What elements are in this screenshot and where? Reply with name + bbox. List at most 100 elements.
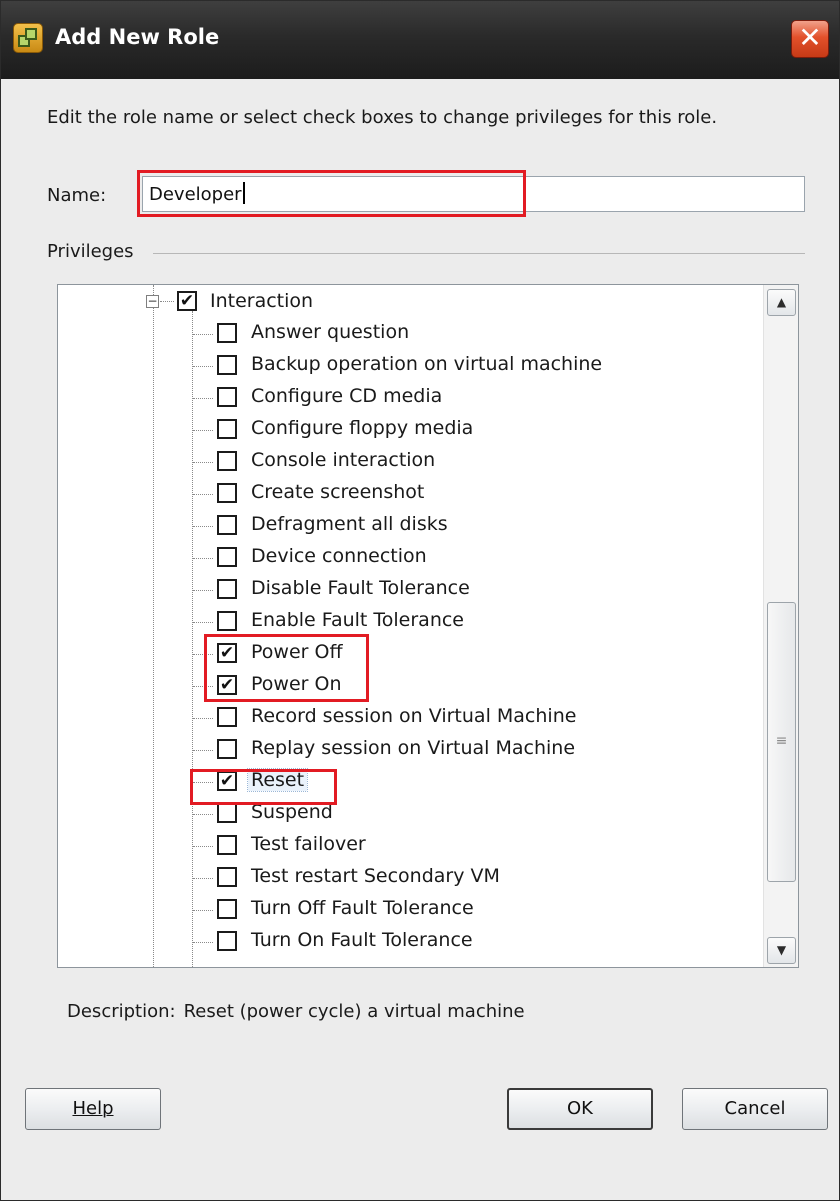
scroll-down-button[interactable]: ▼ <box>767 937 796 964</box>
instruction-text: Edit the role name or select check boxes… <box>47 107 718 128</box>
scroll-up-button[interactable]: ▲ <box>767 289 796 316</box>
privilege-label: Enable Fault Tolerance <box>251 609 464 631</box>
privilege-label: Device connection <box>251 545 427 567</box>
role-name-input[interactable]: Developer <box>142 176 805 212</box>
check-icon: ✔ <box>179 291 195 311</box>
privilege-row[interactable]: Defragment all disks <box>58 510 763 542</box>
privilege-checkbox[interactable] <box>217 867 237 887</box>
privilege-checkbox[interactable] <box>217 355 237 375</box>
tree-node-label: Interaction <box>210 290 314 312</box>
tree-connector <box>193 654 213 655</box>
privilege-row[interactable]: Console interaction <box>58 446 763 478</box>
vertical-scrollbar[interactable]: ▲ ≡ ▼ <box>763 285 798 967</box>
tree-connector <box>193 366 213 367</box>
chevron-up-icon: ▲ <box>776 295 787 309</box>
privilege-label: Configure CD media <box>251 385 443 407</box>
privilege-row[interactable]: Turn Off Fault Tolerance <box>58 894 763 926</box>
privileges-divider <box>153 253 805 254</box>
privilege-row[interactable]: Backup operation on virtual machine <box>58 350 763 382</box>
privilege-checkbox[interactable] <box>217 611 237 631</box>
privilege-row[interactable]: Replay session on Virtual Machine <box>58 734 763 766</box>
privilege-checkbox[interactable] <box>217 419 237 439</box>
privilege-checkbox[interactable]: ✔ <box>217 643 237 663</box>
privilege-label: Replay session on Virtual Machine <box>251 737 576 759</box>
tree-connector <box>193 590 213 591</box>
privilege-checkbox[interactable] <box>217 483 237 503</box>
help-button[interactable]: Help <box>25 1088 161 1130</box>
privilege-label: Test restart Secondary VM <box>251 865 500 887</box>
privilege-label: Turn On Fault Tolerance <box>251 929 473 951</box>
cancel-button[interactable]: Cancel <box>682 1088 828 1130</box>
tree-node-interaction[interactable]: − ✔ Interaction <box>58 285 763 317</box>
vsphere-app-icon <box>13 23 43 53</box>
privilege-checkbox[interactable] <box>217 803 237 823</box>
privilege-checkbox[interactable] <box>217 387 237 407</box>
privilege-checkbox[interactable]: ✔ <box>217 675 237 695</box>
tree-connector <box>193 398 213 399</box>
privilege-row[interactable]: ✔ Reset <box>58 766 763 798</box>
privilege-checkbox[interactable] <box>217 707 237 727</box>
privilege-checkbox[interactable] <box>217 451 237 471</box>
privilege-row[interactable]: Device connection <box>58 542 763 574</box>
privilege-row[interactable]: Suspend <box>58 798 763 830</box>
chevron-down-icon: ▼ <box>776 943 787 957</box>
privilege-checkbox[interactable] <box>217 579 237 599</box>
tree-connector <box>193 526 213 527</box>
title-bar[interactable]: Add New Role ✕ <box>1 1 839 79</box>
tree-connector <box>193 814 213 815</box>
tree-connector <box>193 750 213 751</box>
tree-connector <box>193 334 213 335</box>
privilege-checkbox[interactable] <box>217 547 237 567</box>
privilege-row[interactable]: ✔ Power On <box>58 670 763 702</box>
privilege-label: Suspend <box>251 801 333 823</box>
scroll-thumb[interactable]: ≡ <box>767 602 796 882</box>
privilege-row[interactable]: Configure floppy media <box>58 414 763 446</box>
privilege-row[interactable]: ✔ Power Off <box>58 638 763 670</box>
tree-connector <box>193 558 213 559</box>
close-button[interactable]: ✕ <box>791 20 829 58</box>
grip-icon: ≡ <box>775 733 788 749</box>
privilege-checkbox[interactable] <box>217 739 237 759</box>
ok-button[interactable]: OK <box>507 1088 653 1130</box>
role-name-value: Developer <box>149 184 242 205</box>
privilege-label: Power On <box>251 673 342 695</box>
tree-connector <box>193 910 213 911</box>
check-icon: ✔ <box>219 771 235 791</box>
ok-button-label: OK <box>567 1098 593 1119</box>
privilege-checkbox[interactable] <box>217 899 237 919</box>
tree-connector <box>193 430 213 431</box>
privilege-row[interactable]: Answer question <box>58 318 763 350</box>
privileges-tree[interactable]: − ✔ Interaction Answer question Backup op… <box>57 284 799 968</box>
privilege-row[interactable]: Enable Fault Tolerance <box>58 606 763 638</box>
privilege-row[interactable]: Turn On Fault Tolerance <box>58 926 763 958</box>
tree-connector <box>193 622 213 623</box>
privilege-row[interactable]: Disable Fault Tolerance <box>58 574 763 606</box>
privilege-row[interactable]: Test failover <box>58 830 763 862</box>
privilege-checkbox[interactable] <box>217 515 237 535</box>
privilege-row[interactable]: Configure CD media <box>58 382 763 414</box>
dialog-body: Edit the role name or select check boxes… <box>1 79 839 1200</box>
tree-connector <box>193 462 213 463</box>
name-label: Name: <box>47 185 107 206</box>
privilege-label: Turn Off Fault Tolerance <box>251 897 474 919</box>
tree-connector <box>193 686 213 687</box>
privilege-label: Backup operation on virtual machine <box>251 353 603 375</box>
tree-connector <box>193 494 213 495</box>
dialog-title: Add New Role <box>55 25 220 49</box>
privilege-label: Record session on Virtual Machine <box>251 705 577 727</box>
cancel-button-label: Cancel <box>724 1098 786 1119</box>
privilege-row[interactable]: Create screenshot <box>58 478 763 510</box>
privilege-row[interactable]: Record session on Virtual Machine <box>58 702 763 734</box>
tree-connector <box>193 718 213 719</box>
privilege-label: Console interaction <box>251 449 436 471</box>
privilege-checkbox[interactable]: ✔ <box>217 771 237 791</box>
privilege-label: Disable Fault Tolerance <box>251 577 470 599</box>
tree-connector <box>193 846 213 847</box>
privilege-checkbox[interactable] <box>217 323 237 343</box>
privilege-checkbox[interactable] <box>217 931 237 951</box>
collapse-icon[interactable]: − <box>146 295 159 308</box>
privilege-row[interactable]: Test restart Secondary VM <box>58 862 763 894</box>
interaction-checkbox[interactable]: ✔ <box>177 291 197 311</box>
privilege-checkbox[interactable] <box>217 835 237 855</box>
check-icon: ✔ <box>219 675 235 695</box>
